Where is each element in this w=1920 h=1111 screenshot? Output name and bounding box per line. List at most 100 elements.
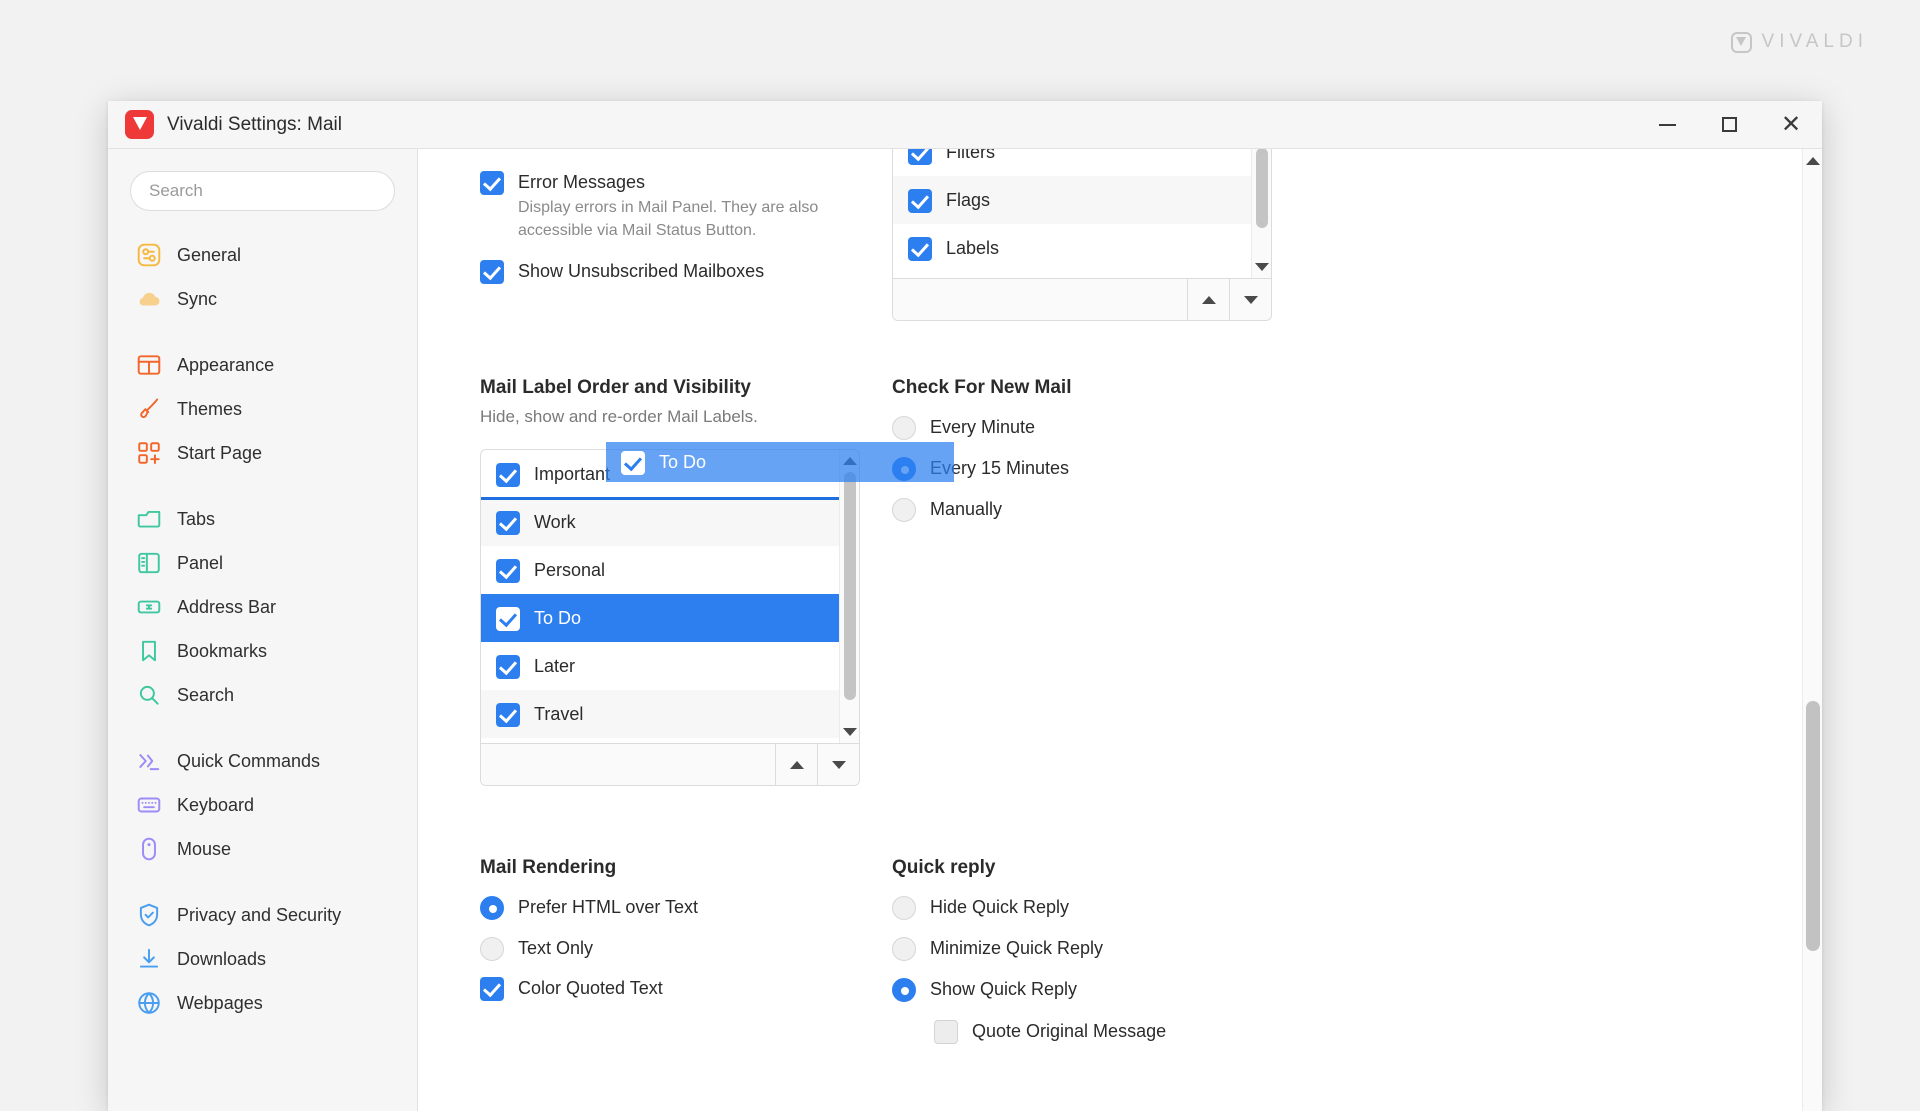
settings-window: Vivaldi Settings: Mail ✕ General Sync Appe… [108,101,1822,1111]
quick-reply-option-minimize-quick-reply[interactable]: Minimize Quick Reply [892,928,1312,969]
sidebar-item-bookmarks[interactable]: Bookmarks [108,629,417,673]
mail-rendering-option-radio[interactable] [480,895,504,920]
color-quoted-row[interactable]: Color Quoted Text [480,975,890,1002]
mail-label-item-checkbox[interactable] [496,703,520,727]
check-new-mail-option-radio[interactable] [892,456,916,481]
mail-panel-item-checkbox[interactable] [908,189,932,213]
sidebar-item-downloads[interactable]: Downloads [108,937,417,981]
mail-label-item-row[interactable]: Personal [481,546,859,594]
mail-label-item-checkbox[interactable] [496,559,520,583]
quick-reply-option-radio[interactable] [892,936,916,961]
mail-label-item-row[interactable]: Travel [481,690,859,738]
mail-rendering-option-prefer-html-over-text[interactable]: Prefer HTML over Text [480,887,890,928]
show-unsubscribed-checkbox[interactable] [480,260,504,285]
mail-label-item-row[interactable]: To Do [481,594,859,642]
sidebar-item-tabs[interactable]: Tabs [108,497,417,541]
quick-reply-option-hide-quick-reply[interactable]: Hide Quick Reply [892,887,1312,928]
sidebar-search-wrap [108,171,417,233]
mail-label-listbox[interactable]: Important Work Personal To Do Later Travel [480,449,860,786]
check-new-mail-option-radio[interactable] [892,497,916,522]
mail-label-item-checkbox[interactable] [496,463,520,487]
quick-reply-option-radio[interactable] [892,977,916,1002]
mail-label-item-checkbox[interactable] [496,607,520,631]
mail-rendering-option-label: Prefer HTML over Text [518,897,699,917]
sidebar-group-2: Tabs Panel Address Bar Bookmarks Search [108,497,417,739]
quick-reply-option-label: Hide Quick Reply [930,897,1070,917]
check-new-mail-option-radio[interactable] [892,415,916,440]
show-unsubscribed-row[interactable]: Show Unsubscribed Mailboxes [480,258,890,285]
mail-panel-item-row[interactable]: Filters [893,149,1271,176]
sidebar-item-quick-commands[interactable]: Quick Commands [108,739,417,783]
sidebar-item-themes[interactable]: Themes [108,387,417,431]
sidebar-item-panel[interactable]: Panel [108,541,417,585]
mail-rendering-title: Mail Rendering [480,857,617,878]
content-scrollbar[interactable] [1802,149,1822,1111]
mail-label-item-partial[interactable] [481,738,859,743]
check-new-mail-option-every-15-minutes[interactable]: Every 15 Minutes [892,448,1312,489]
mail-label-list-scroll: Important Work Personal To Do Later Travel [481,450,859,743]
sidebar-item-label: Webpages [177,992,263,1013]
quick-reply-option-show-quick-reply[interactable]: Show Quick Reply [892,969,1312,1010]
mail-label-item-row[interactable]: Work [481,498,859,546]
sidebar-item-general[interactable]: General [108,233,417,277]
sidebar-item-keyboard[interactable]: Keyboard [108,783,417,827]
close-button[interactable]: ✕ [1760,101,1822,148]
check-new-mail-option-manually[interactable]: Manually [892,489,1312,530]
sidebar-item-mouse[interactable]: Mouse [108,827,417,871]
mail-label-move-down-button[interactable] [817,744,859,785]
content-scroll-up-icon[interactable] [1803,153,1823,169]
sidebar-item-search[interactable]: Search [108,673,417,717]
mail-label-move-up-button[interactable] [775,744,817,785]
maximize-button[interactable] [1698,101,1760,148]
sidebar-item-appearance[interactable]: Appearance [108,343,417,387]
minimize-button[interactable] [1636,101,1698,148]
quick-reply-option-radio[interactable] [892,895,916,920]
sidebar-item-privacy-and-security[interactable]: Privacy and Security [108,893,417,937]
content-scroll-thumb[interactable] [1806,701,1820,951]
check-new-mail-group: Check For New Mail Every Minute Every 15 … [892,377,1312,530]
mail-panel-list-scrollbar[interactable] [1251,149,1271,278]
quote-original-checkbox[interactable] [934,1020,958,1044]
check-new-mail-options: Every Minute Every 15 Minutes Manually [892,407,1312,530]
sidebar-item-label: Search [177,684,235,705]
mail-rendering-options: Prefer HTML over Text Text Only [480,887,890,969]
mail-panel-item-row[interactable]: Labels [893,224,1271,272]
mail-panel-item-checkbox[interactable] [908,149,932,165]
sidebar-item-sync[interactable]: Sync [108,277,417,321]
color-quoted-checkbox[interactable] [480,977,504,1001]
mail-label-item-label: Work [534,511,576,532]
mail-label-item-row[interactable]: Later [481,642,859,690]
mail-panel-item-checkbox[interactable] [908,237,932,261]
error-messages-checkbox[interactable] [480,171,504,195]
mail-label-list-scrollbar[interactable] [839,450,859,743]
mail-label-scroll-thumb[interactable] [844,472,856,700]
mail-label-item-checkbox[interactable] [496,511,520,535]
mail-rendering-option-radio[interactable] [480,936,504,961]
quote-original-row[interactable]: Quote Original Message [934,1018,1312,1045]
mail-label-item-label: Later [534,655,576,676]
mail-label-item-checkbox[interactable] [496,655,520,679]
mail-label-list-items: Important Work Personal To Do Later Travel [481,450,859,743]
error-messages-row[interactable]: Error Messages Display errors in Mail Pa… [480,169,890,242]
mail-panel-move-down-button[interactable] [1229,279,1271,320]
sidebar-item-start-page[interactable]: Start Page [108,431,417,475]
mail-label-scroll-down-icon[interactable] [840,723,859,741]
mail-label-item-row[interactable]: Important [481,450,859,498]
sidebar-item-label: Privacy and Security [177,904,342,925]
mail-panel-item-partial[interactable] [893,272,1271,278]
mail-label-order-subtitle: Hide, show and re-order Mail Labels. [480,407,758,426]
sidebar-item-address-bar[interactable]: Address Bar [108,585,417,629]
check-new-mail-option-every-minute[interactable]: Every Minute [892,407,1312,448]
mail-panel-listbox[interactable]: Filters Flags Labels [892,149,1272,321]
mail-panel-scroll-thumb[interactable] [1256,149,1268,228]
sidebar-group-1: Appearance Themes Start Page [108,343,417,497]
mail-panel-item-row[interactable]: Flags [893,176,1271,224]
check-new-mail-option-label: Manually [930,499,1003,519]
sidebar-item-webpages[interactable]: Webpages [108,981,417,1025]
mail-panel-move-up-button[interactable] [1187,279,1229,320]
mail-rendering-option-text-only[interactable]: Text Only [480,928,890,969]
search-input[interactable] [130,171,395,211]
panel-icon [136,550,162,576]
mail-label-scroll-up-icon[interactable] [840,452,859,470]
mail-panel-scroll-down-icon[interactable] [1252,258,1271,276]
